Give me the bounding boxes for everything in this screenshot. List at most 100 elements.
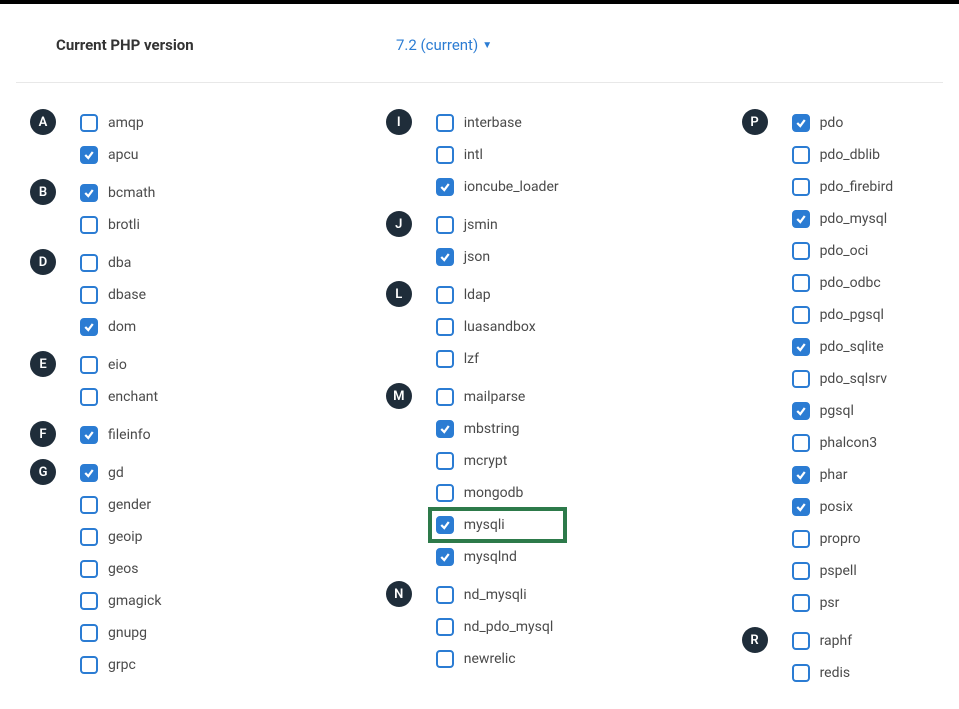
extension-checkbox[interactable] [436, 586, 454, 604]
extension-item-redis[interactable]: redis [792, 657, 853, 689]
extension-checkbox[interactable] [792, 178, 810, 196]
extension-checkbox[interactable] [436, 350, 454, 368]
extension-item-fileinfo[interactable]: fileinfo [80, 419, 151, 451]
extension-checkbox[interactable] [792, 114, 810, 132]
extension-item-newrelic[interactable]: newrelic [436, 643, 554, 675]
extension-item-pdo-mysql[interactable]: pdo_mysql [792, 203, 894, 235]
extension-checkbox[interactable] [792, 530, 810, 548]
extension-checkbox[interactable] [792, 664, 810, 682]
extension-checkbox[interactable] [80, 254, 98, 272]
extension-checkbox[interactable] [792, 274, 810, 292]
extension-item-mysqlnd[interactable]: mysqlnd [436, 541, 565, 573]
extension-checkbox[interactable] [792, 498, 810, 516]
extension-checkbox[interactable] [80, 656, 98, 674]
php-version-dropdown[interactable]: 7.2 (current) ▼ [396, 36, 492, 54]
extension-item-json[interactable]: json [436, 241, 498, 273]
extension-item-pdo-dblib[interactable]: pdo_dblib [792, 139, 894, 171]
extension-checkbox[interactable] [436, 618, 454, 636]
extension-item-ldap[interactable]: ldap [436, 279, 536, 311]
extension-checkbox[interactable] [436, 216, 454, 234]
extension-item-amqp[interactable]: amqp [80, 107, 144, 139]
extension-checkbox[interactable] [792, 242, 810, 260]
extension-checkbox[interactable] [436, 650, 454, 668]
extension-checkbox[interactable] [792, 338, 810, 356]
extension-checkbox[interactable] [792, 434, 810, 452]
extension-item-ioncube-loader[interactable]: ioncube_loader [436, 171, 559, 203]
extension-item-propro[interactable]: propro [792, 523, 894, 555]
extension-item-bcmath[interactable]: bcmath [80, 177, 155, 209]
extension-item-enchant[interactable]: enchant [80, 381, 158, 413]
extension-checkbox[interactable] [792, 306, 810, 324]
extension-checkbox[interactable] [792, 562, 810, 580]
extension-item-pdo-pgsql[interactable]: pdo_pgsql [792, 299, 894, 331]
extension-checkbox[interactable] [436, 286, 454, 304]
extension-checkbox[interactable] [436, 114, 454, 132]
extension-item-lzf[interactable]: lzf [436, 343, 536, 375]
extension-checkbox[interactable] [792, 632, 810, 650]
extension-checkbox[interactable] [80, 318, 98, 336]
extension-checkbox[interactable] [80, 426, 98, 444]
extension-item-pdo-sqlite[interactable]: pdo_sqlite [792, 331, 894, 363]
extension-checkbox[interactable] [436, 548, 454, 566]
extension-item-intl[interactable]: intl [436, 139, 559, 171]
extension-checkbox[interactable] [792, 402, 810, 420]
extension-item-posix[interactable]: posix [792, 491, 894, 523]
extension-checkbox[interactable] [436, 484, 454, 502]
extension-checkbox[interactable] [80, 464, 98, 482]
extension-item-gmagick[interactable]: gmagick [80, 585, 161, 617]
extension-item-brotli[interactable]: brotli [80, 209, 155, 241]
extension-item-dom[interactable]: dom [80, 311, 146, 343]
extension-checkbox[interactable] [792, 210, 810, 228]
extension-checkbox[interactable] [792, 146, 810, 164]
extension-checkbox[interactable] [436, 178, 454, 196]
extension-checkbox[interactable] [80, 356, 98, 374]
extension-item-mailparse[interactable]: mailparse [436, 381, 565, 413]
extension-checkbox[interactable] [792, 594, 810, 612]
extension-item-phar[interactable]: phar [792, 459, 894, 491]
extension-checkbox[interactable] [80, 388, 98, 406]
extension-item-mongodb[interactable]: mongodb [436, 477, 565, 509]
extension-item-dba[interactable]: dba [80, 247, 146, 279]
extension-checkbox[interactable] [792, 466, 810, 484]
extension-item-pdo-firebird[interactable]: pdo_firebird [792, 171, 894, 203]
extension-checkbox[interactable] [80, 184, 98, 202]
extension-item-pdo-sqlsrv[interactable]: pdo_sqlsrv [792, 363, 894, 395]
extension-item-gnupg[interactable]: gnupg [80, 617, 161, 649]
extension-checkbox[interactable] [80, 528, 98, 546]
extension-checkbox[interactable] [80, 286, 98, 304]
extension-item-eio[interactable]: eio [80, 349, 158, 381]
extension-item-gender[interactable]: gender [80, 489, 161, 521]
extension-item-pdo-odbc[interactable]: pdo_odbc [792, 267, 894, 299]
extension-item-psr[interactable]: psr [792, 587, 894, 619]
extension-checkbox[interactable] [80, 496, 98, 514]
extension-item-pspell[interactable]: pspell [792, 555, 894, 587]
extension-item-nd-pdo-mysql[interactable]: nd_pdo_mysql [436, 611, 554, 643]
extension-item-dbase[interactable]: dbase [80, 279, 146, 311]
extension-item-interbase[interactable]: interbase [436, 107, 559, 139]
extension-item-apcu[interactable]: apcu [80, 139, 144, 171]
extension-item-mcrypt[interactable]: mcrypt [436, 445, 565, 477]
extension-checkbox[interactable] [436, 452, 454, 470]
extension-item-pdo-oci[interactable]: pdo_oci [792, 235, 894, 267]
extension-checkbox[interactable] [436, 388, 454, 406]
extension-checkbox[interactable] [80, 216, 98, 234]
extension-item-geos[interactable]: geos [80, 553, 161, 585]
extension-checkbox[interactable] [436, 146, 454, 164]
extension-item-gd[interactable]: gd [80, 457, 161, 489]
extension-item-mbstring[interactable]: mbstring [436, 413, 565, 445]
extension-item-phalcon3[interactable]: phalcon3 [792, 427, 894, 459]
extension-item-pdo[interactable]: pdo [792, 107, 894, 139]
extension-checkbox[interactable] [792, 370, 810, 388]
extension-checkbox[interactable] [80, 114, 98, 132]
extension-checkbox[interactable] [80, 560, 98, 578]
extension-checkbox[interactable] [436, 420, 454, 438]
extension-item-grpc[interactable]: grpc [80, 649, 161, 681]
extension-checkbox[interactable] [436, 318, 454, 336]
extension-item-luasandbox[interactable]: luasandbox [436, 311, 536, 343]
extension-item-jsmin[interactable]: jsmin [436, 209, 498, 241]
extension-checkbox[interactable] [80, 624, 98, 642]
extension-checkbox[interactable] [436, 248, 454, 266]
extension-item-pgsql[interactable]: pgsql [792, 395, 894, 427]
extension-checkbox[interactable] [436, 516, 454, 534]
extension-item-mysqli[interactable]: mysqli [430, 509, 565, 541]
